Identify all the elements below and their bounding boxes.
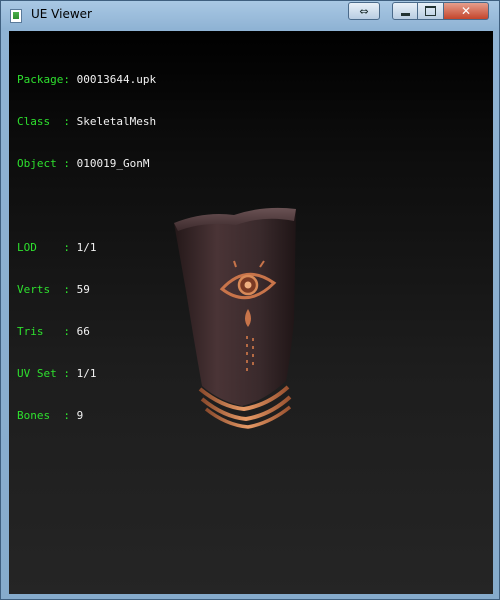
- minimize-button[interactable]: [392, 2, 418, 20]
- 3d-viewport[interactable]: Package: 00013644.upk Class : SkeletalMe…: [9, 31, 493, 594]
- info-label: Object :: [17, 157, 70, 170]
- info-row-bones: Bones : 9: [17, 409, 156, 423]
- app-window: UE Viewer ⇔ ✕ Package: 00013644.upk Clas…: [0, 0, 500, 600]
- info-value: 00013644.upk: [76, 73, 157, 86]
- info-value: 1/1: [76, 241, 97, 254]
- info-row-object: Object : 010019_GonM: [17, 157, 156, 171]
- info-value: 59: [76, 283, 90, 296]
- info-row-class: Class : SkeletalMesh: [17, 115, 156, 129]
- info-value: 010019_GonM: [76, 157, 150, 170]
- info-row-tris: Tris : 66: [17, 325, 156, 339]
- double-arrow-icon: ⇔: [359, 4, 369, 18]
- info-value: 66: [76, 325, 90, 338]
- info-row-uvset: UV Set : 1/1: [17, 367, 156, 381]
- mesh-info-panel: Package: 00013644.upk Class : SkeletalMe…: [17, 45, 156, 451]
- title-bar[interactable]: UE Viewer ⇔ ✕: [1, 1, 499, 30]
- info-label: Verts :: [17, 283, 70, 296]
- info-row-package: Package: 00013644.upk: [17, 73, 156, 87]
- maximize-button[interactable]: [418, 2, 444, 20]
- info-value: SkeletalMesh: [76, 115, 157, 128]
- info-label: Tris :: [17, 325, 70, 338]
- info-value: 1/1: [76, 367, 97, 380]
- info-row-verts: Verts : 59: [17, 283, 156, 297]
- window-title: UE Viewer: [31, 7, 92, 21]
- info-value: 9: [76, 409, 84, 422]
- info-label: LOD :: [17, 241, 70, 254]
- info-label: UV Set :: [17, 367, 70, 380]
- app-icon: [10, 9, 22, 23]
- info-label: Package:: [17, 73, 70, 86]
- mesh-body-shape: [174, 209, 296, 406]
- close-button[interactable]: ✕: [444, 2, 489, 20]
- info-label: Class :: [17, 115, 70, 128]
- minimize-icon: [400, 12, 410, 16]
- close-icon: ✕: [460, 4, 472, 18]
- skeletal-mesh-render: [174, 207, 296, 429]
- info-spacer: [17, 199, 156, 213]
- info-label: Bones :: [17, 409, 70, 422]
- resize-button[interactable]: ⇔: [348, 2, 380, 20]
- maximize-icon: [425, 6, 436, 16]
- info-row-lod: LOD : 1/1: [17, 241, 156, 255]
